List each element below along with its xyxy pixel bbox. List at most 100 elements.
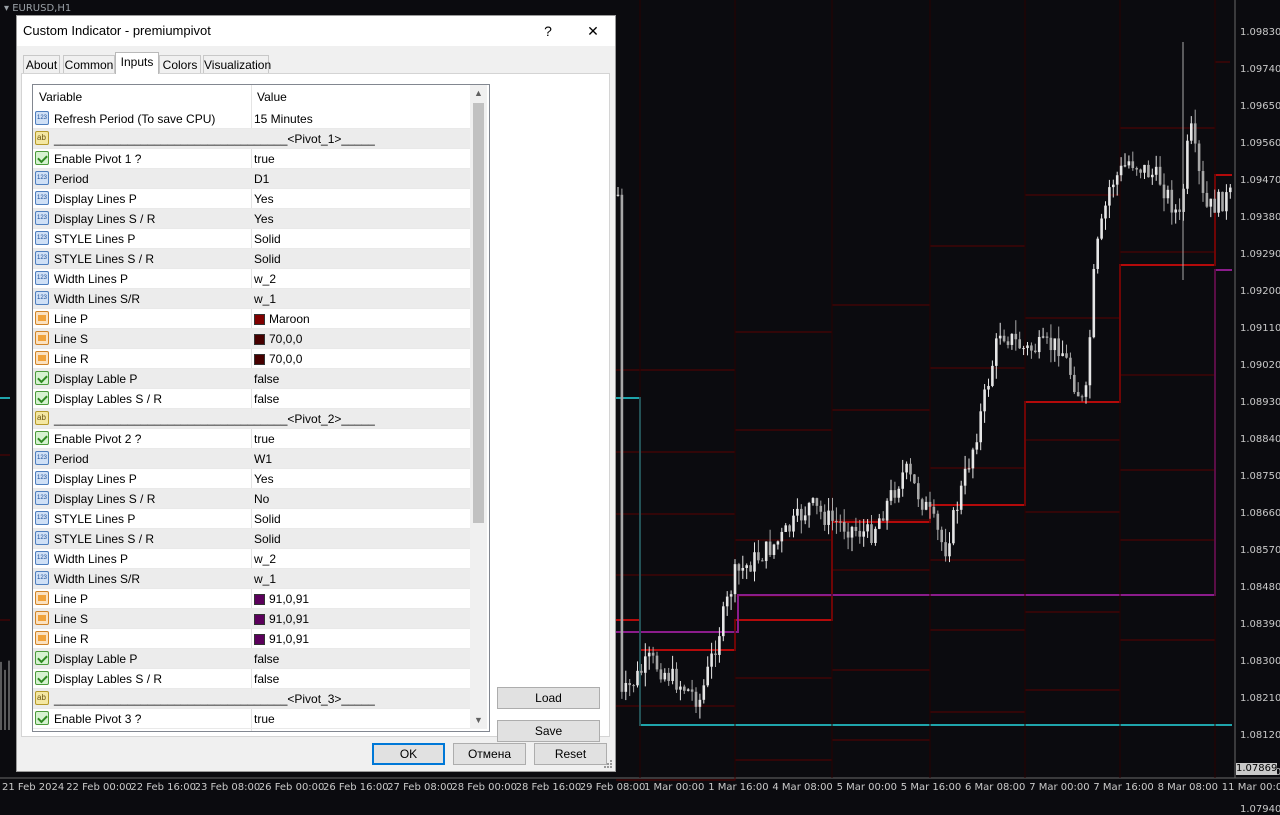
input-value-text: _____<Pivot_1>_____ [254,132,375,146]
input-row[interactable]: Line R 91,0,91 [33,629,470,649]
input-value[interactable]: w_1 [254,292,276,306]
input-value[interactable]: 15 Minutes [254,112,313,126]
symbol-arrow-icon[interactable]: ▾ [4,3,9,14]
input-row[interactable]: STYLE Lines S / R Solid [33,249,470,269]
help-button[interactable]: ? [525,16,571,46]
tab-inputs[interactable]: Inputs [115,52,159,74]
input-value[interactable]: Solid [254,252,281,266]
input-row[interactable]: STYLE Lines P Solid [33,229,470,249]
input-row[interactable]: Display Lable P false [33,649,470,669]
input-value-text: w_2 [254,552,277,566]
input-value[interactable]: Solid [254,532,281,546]
scroll-down-arrow-icon[interactable]: ▼ [470,712,487,729]
input-row[interactable]: Line S 70,0,0 [33,329,470,349]
input-row[interactable]: STYLE Lines P Solid [33,509,470,529]
tab-visualization[interactable]: Visualization [203,55,271,73]
input-row[interactable]: Display Lables S / R false [33,389,470,409]
input-value[interactable]: Maroon [254,312,310,326]
input-row[interactable]: Display Lines P Yes [33,189,470,209]
input-value[interactable]: false [254,672,279,686]
candle-body [1073,374,1076,393]
input-value[interactable]: Yes [254,212,274,226]
reset-button[interactable]: Reset [534,743,607,765]
input-variable-name: STYLE Lines P [54,232,136,246]
input-value[interactable]: false [254,372,279,386]
input-value[interactable]: W1 [254,452,272,466]
input-value[interactable]: D1 [254,172,269,186]
color-swatch[interactable] [254,314,265,325]
input-value[interactable]: 70,0,0 [254,332,302,346]
resize-grip-icon[interactable] [603,759,613,769]
color-swatch[interactable] [254,634,265,645]
input-row[interactable]: STYLE Lines S / R Solid [33,529,470,549]
input-value[interactable]: No [254,492,269,506]
input-row[interactable]: Period W1 [33,449,470,469]
candle-body [702,685,706,700]
input-value[interactable]: true [254,712,275,726]
input-row[interactable]: Line P 91,0,91 [33,589,470,609]
close-button[interactable]: ✕ [570,16,616,46]
scroll-up-arrow-icon[interactable]: ▲ [470,85,487,102]
input-row[interactable]: Width Lines P w_2 [33,269,470,289]
input-row[interactable]: Display Lines S / R Yes [33,209,470,229]
input-value[interactable]: _____<Pivot_2>_____ [254,412,375,426]
input-row[interactable]: Display Lables S / R false [33,669,470,689]
tab-about[interactable]: About [23,55,60,73]
candle-body [971,449,975,469]
input-row[interactable]: Width Lines S/R w_1 [33,289,470,309]
input-row[interactable]: Display Lines S / R No [33,489,470,509]
input-value[interactable]: 91,0,91 [254,592,309,606]
input-value[interactable]: w_1 [254,572,276,586]
scroll-thumb[interactable] [473,103,484,523]
cancel-button[interactable]: Отмена [453,743,526,765]
column-value-header[interactable]: Value [257,90,287,104]
input-value[interactable]: w_2 [254,552,276,566]
input-row[interactable]: ___________________________________<Pivo… [33,409,470,429]
input-value[interactable]: 91,0,91 [254,612,309,626]
input-row[interactable]: ___________________________________<Pivo… [33,689,470,709]
input-value[interactable]: Solid [254,512,281,526]
candle-body [686,689,690,691]
input-value[interactable]: _____<Pivot_1>_____ [254,132,375,146]
input-row[interactable]: Period D1 [33,169,470,189]
input-row[interactable]: ___________________________________<Pivo… [33,129,470,149]
input-value[interactable]: w_2 [254,272,276,286]
dialog-titlebar[interactable]: Custom Indicator - premiumpivot ? ✕ [17,16,615,46]
input-value[interactable]: Yes [254,192,274,206]
input-value[interactable]: Yes [254,472,274,486]
candle-body [1053,338,1057,351]
input-row[interactable]: Display Lines P Yes [33,469,470,489]
input-value[interactable]: Solid [254,232,281,246]
ok-button[interactable]: OK [372,743,445,765]
input-row[interactable]: Line S 91,0,91 [33,609,470,629]
save-button[interactable]: Save [497,720,600,742]
color-swatch[interactable] [254,594,265,605]
tab-common[interactable]: Common [63,55,115,73]
candle-body [979,411,982,443]
input-row[interactable]: Width Lines S/R w_1 [33,569,470,589]
input-row[interactable]: Display Lable P false [33,369,470,389]
input-row[interactable]: Width Lines P w_2 [33,549,470,569]
input-row[interactable]: Enable Pivot 3 ? true [33,709,470,729]
string-type-icon [35,411,49,425]
load-button[interactable]: Load [497,687,600,709]
input-row[interactable]: Enable Pivot 2 ? true [33,429,470,449]
candle-body [1096,238,1099,269]
input-row[interactable]: Line R 70,0,0 [33,349,470,369]
tab-colors[interactable]: Colors [159,55,201,73]
input-value[interactable]: false [254,652,279,666]
column-variable-header[interactable]: Variable [39,90,82,104]
color-swatch[interactable] [254,334,265,345]
input-row[interactable]: Enable Pivot 1 ? true [33,149,470,169]
input-row[interactable]: Line P Maroon [33,309,470,329]
input-value[interactable]: true [254,152,275,166]
color-swatch[interactable] [254,614,265,625]
input-value[interactable]: true [254,432,275,446]
input-value[interactable]: 70,0,0 [254,352,302,366]
grid-scrollbar[interactable]: ▲ ▼ [470,85,487,729]
input-value[interactable]: 91,0,91 [254,632,309,646]
input-row[interactable]: Refresh Period (To save CPU) 15 Minutes [33,109,470,129]
color-swatch[interactable] [254,354,265,365]
input-value[interactable]: _____<Pivot_3>_____ [254,692,375,706]
input-value[interactable]: false [254,392,279,406]
